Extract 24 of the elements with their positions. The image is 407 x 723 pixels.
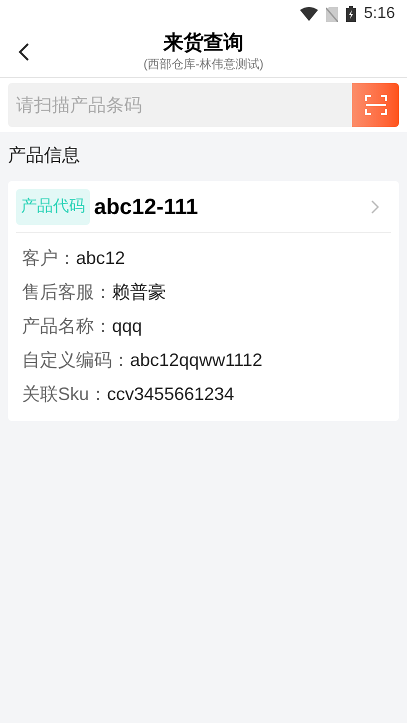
chevron-right-icon xyxy=(371,200,379,214)
field-value: 赖普豪 xyxy=(112,280,166,304)
battery-icon xyxy=(346,6,356,22)
field-label: 产品名称： xyxy=(22,314,112,338)
scan-button[interactable] xyxy=(352,83,399,127)
wifi-icon xyxy=(300,7,318,21)
status-time: 5:16 xyxy=(364,4,395,24)
field-label: 售后客服： xyxy=(22,280,112,304)
product-code: abc12-111 xyxy=(94,193,198,221)
product-code-tag: 产品代码 xyxy=(16,188,90,224)
no-sim-icon xyxy=(326,6,338,22)
field-label: 关联Sku： xyxy=(22,382,108,406)
field-value: qqq xyxy=(112,314,142,338)
field-value: abc12qqww1112 xyxy=(130,348,262,372)
field-value: abc12 xyxy=(76,246,126,270)
field-value: ccv3455661234 xyxy=(107,382,234,406)
back-icon[interactable] xyxy=(18,42,30,62)
product-card[interactable]: 产品代码 abc12-111 客户：abc12 售后客服：赖普豪 产品名称：qqq 自定义编码：abc12qqww1112 关联Sku：ccv3455661234 xyxy=(8,181,399,421)
scan-icon xyxy=(364,95,386,115)
field-label: 客户： xyxy=(22,246,76,270)
page-title: 来货查询 xyxy=(164,31,244,56)
field-label: 自定义编码： xyxy=(22,348,130,372)
page-subtitle: (西部仓库-林伟意测试) xyxy=(144,56,264,72)
section-title: 产品信息 xyxy=(8,144,81,167)
